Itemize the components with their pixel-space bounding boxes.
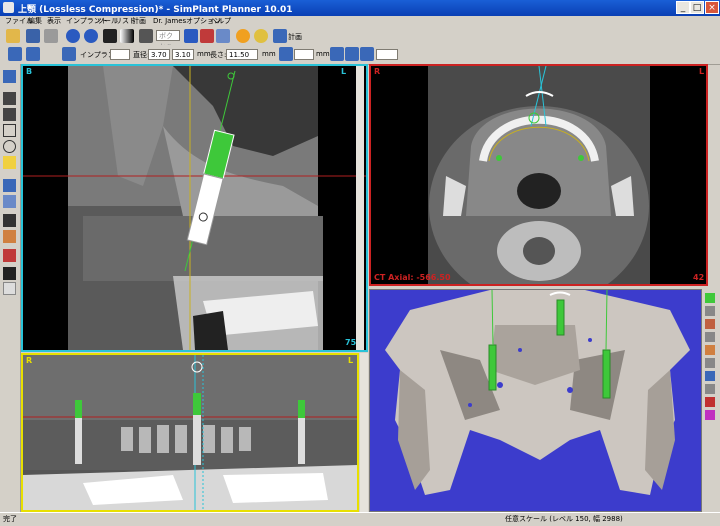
axial-position-readout: CT Axial: -566.50 [374,273,451,282]
length-unit: mm [262,50,276,58]
cross-right-marker: L [341,67,347,76]
implant-place-icon[interactable] [3,70,16,83]
length-input[interactable]: 11.50 [226,49,258,60]
zoom-out-icon[interactable] [200,29,214,43]
3d-tool3-icon[interactable] [705,319,715,329]
axial-left-marker: R [374,67,381,76]
close-button[interactable]: × [705,1,719,14]
maximize-button[interactable]: □ [690,1,704,14]
settings-icon[interactable] [254,29,268,43]
title-bar: 上顎 (Lossless Compression)* - SimPlant Pl… [0,0,720,16]
diameter-input-2[interactable]: 3.10 [172,49,194,60]
left-tool-strip [0,64,21,512]
cross-section-view[interactable]: B L 75 [21,64,368,352]
3d-tool4-icon[interactable] [705,332,715,342]
note-tool-icon[interactable] [3,156,16,169]
render-mode-dropdown[interactable]: ボクセル [156,30,180,51]
cross-scrollbar[interactable] [356,66,364,350]
3d-tool10-icon[interactable] [705,410,715,420]
status-bar: 完了 任意スケール (レベル 150, 幅 2988) [0,512,720,526]
app-icon [3,2,14,13]
gradient-icon[interactable] [120,29,134,43]
3d-tool8-icon[interactable] [705,384,715,394]
axial-view[interactable]: R L CT Axial: -566.50 42 [369,64,708,286]
measure-icon[interactable] [279,47,293,61]
redo-icon[interactable] [84,29,98,43]
implant-select-icon[interactable] [62,47,76,61]
3d-tool9-icon[interactable] [705,397,715,407]
3d-tool5-icon[interactable] [705,345,715,355]
curve-tool-icon[interactable] [3,179,16,192]
fit-icon[interactable] [216,29,230,43]
rectangle-tool-icon[interactable] [3,124,16,137]
3d-tool7-icon[interactable] [705,371,715,381]
cube-tool-icon[interactable] [3,195,16,208]
pano-scrollbar[interactable] [360,353,368,512]
window-title: 上顎 (Lossless Compression)* - SimPlant Pl… [18,5,293,15]
pano-right-marker: L [348,356,354,365]
diameter-unit: mm [197,50,211,58]
menu-bar: ファイル 編集 表示 インプラント ツール リスト 計画 Dr. James オ… [0,16,720,27]
tooth-tool-icon[interactable] [3,282,16,295]
open-folder-icon[interactable] [6,29,20,43]
axial-right-marker: L [699,67,705,76]
polyline-tool-icon[interactable] [3,108,16,121]
undo-icon[interactable] [66,29,80,43]
implant-tool-icon[interactable] [8,47,22,61]
line-tool-icon[interactable] [3,92,16,105]
plan-label: 計画 [288,33,302,41]
menu-view[interactable]: 表示 [47,16,61,27]
implant-field[interactable] [110,49,130,60]
ellipse-tool-icon[interactable] [3,140,16,153]
cross-slice-number: 75 [345,338,357,347]
main-toolbar: ボクセル 計画 [0,27,720,51]
implant-toolbar: インプラント 直径: 3.70 3.10 mm 長さ: 11.50 mm mm [0,45,720,65]
angle-input[interactable] [376,49,398,60]
rotate2-icon[interactable] [345,47,359,61]
cross-left-marker: B [26,67,33,76]
pano-left-marker: R [26,356,33,365]
move-icon[interactable] [139,29,153,43]
arch-tool-icon[interactable] [3,214,16,227]
3d-view[interactable] [369,289,702,512]
print-icon[interactable] [44,29,58,43]
extra-input[interactable] [294,49,314,60]
panoramic-view[interactable]: R L [21,353,359,512]
rotate3-icon[interactable] [360,47,374,61]
diameter-input[interactable]: 3.70 [148,49,170,60]
3d-green-icon[interactable] [705,293,715,303]
length-label: 長さ: [210,51,227,59]
info-icon[interactable] [236,29,250,43]
contrast-icon[interactable] [103,29,117,43]
status-ready: 完了 [3,515,17,523]
rotate-icon[interactable] [330,47,344,61]
menu-edit[interactable]: 編集 [28,16,42,27]
menu-plan[interactable]: 計画 [132,16,146,27]
zoom-icon[interactable] [184,29,198,43]
person-tool-icon[interactable] [3,267,16,280]
status-scale: 任意スケール (レベル 150, 幅 2988) [505,515,623,523]
save-icon[interactable] [26,29,40,43]
minimize-button[interactable]: _ [676,1,690,14]
extra-unit: mm [316,50,330,58]
axial-slice-number: 42 [693,273,705,282]
diameter-label: 直径: [133,51,150,59]
menu-doctor[interactable]: Dr. James [153,16,186,27]
3d-tool2-icon[interactable] [705,306,715,316]
plan-icon[interactable] [273,29,287,43]
menu-help[interactable]: ヘルプ [210,16,231,27]
marker-tool-icon[interactable] [3,249,16,262]
hand-tool-icon[interactable] [3,230,16,243]
implant-tool2-icon[interactable] [26,47,40,61]
3d-tool6-icon[interactable] [705,358,715,368]
